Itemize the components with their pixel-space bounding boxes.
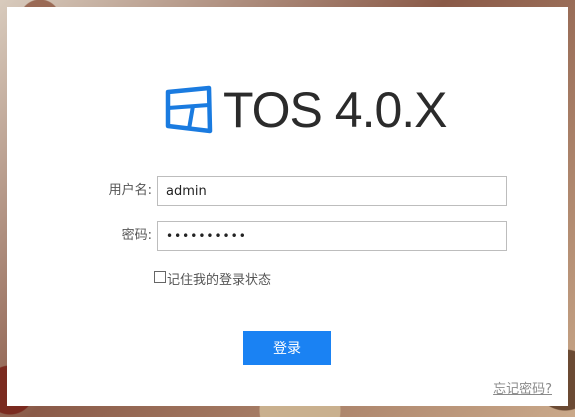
tos-window-logo-icon (163, 84, 215, 136)
remember-me-label: 记住我的登录状态 (167, 273, 272, 288)
product-name: TOS 4.0.X (223, 82, 448, 138)
forgot-password-link[interactable]: 忘记密码? (493, 378, 552, 397)
login-panel: TOS 4.0.X 用户名: 密码: 记住我的登录状态 登录 忘记密码? (7, 7, 568, 406)
remember-me[interactable]: 记住我的登录状态 (154, 269, 271, 288)
username-input[interactable] (157, 176, 507, 206)
password-label: 密码: (121, 228, 152, 243)
username-row: 用户名: (7, 176, 568, 206)
remember-me-checkbox[interactable] (154, 270, 166, 283)
login-button[interactable]: 登录 (243, 331, 331, 365)
password-input[interactable] (157, 221, 507, 251)
brand-logo: TOS 4.0.X (163, 82, 448, 138)
password-row: 密码: (7, 221, 568, 251)
username-label: 用户名: (108, 183, 152, 198)
